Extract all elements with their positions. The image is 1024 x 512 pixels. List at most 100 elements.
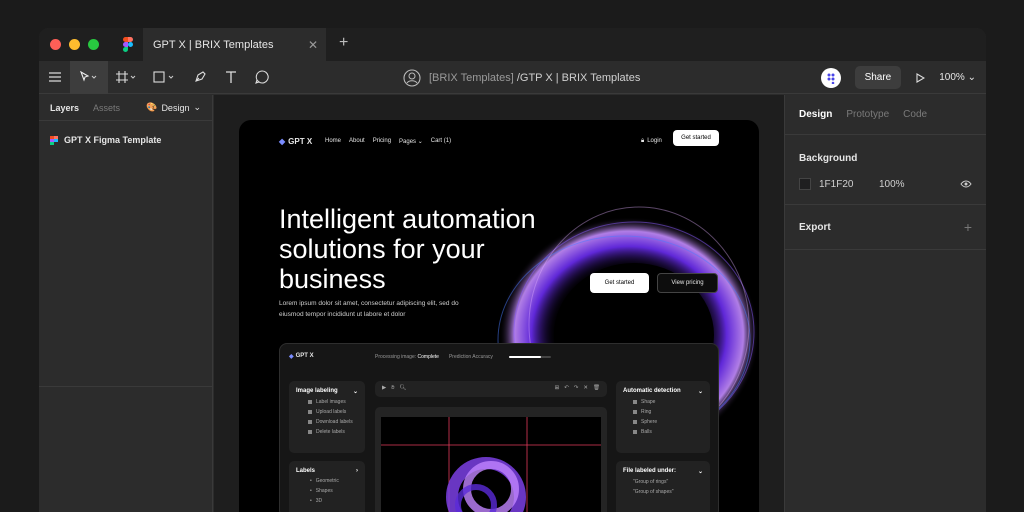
tab-bar: GPT X | BRIX Templates ✕ + [39, 28, 986, 61]
nav-pricing[interactable]: Pricing [373, 138, 391, 145]
left-panel-tabs: Layers Assets 🎨 Design ⌄ [39, 95, 212, 121]
detection-balls[interactable]: Balls [633, 429, 703, 435]
close-icon[interactable]: ✕ [583, 385, 588, 393]
detection-ring[interactable]: Ring [633, 409, 703, 415]
zoom-level[interactable]: 100% ⌄ [939, 72, 976, 83]
grid-icon[interactable]: ⊞ [555, 385, 560, 393]
menu-delete-labels[interactable]: Delete labels [308, 429, 358, 435]
breadcrumb-file[interactable]: /GTP X | BRIX Templates [517, 72, 641, 84]
label-geometric[interactable]: • Geometric [310, 478, 358, 484]
file-tab-title: GPT X | BRIX Templates [153, 38, 274, 51]
site-logo[interactable]: ◆ GPT X [279, 137, 312, 146]
nav-pages[interactable]: Pages ⌄ [399, 138, 423, 145]
share-button[interactable]: Share [854, 66, 902, 89]
background-section-title: Background [799, 153, 858, 164]
file-labeled-card: File labeled under: ⌄ "Group of rings" "G… [616, 461, 710, 512]
background-opacity[interactable]: 100% [879, 179, 905, 190]
comment-tool-button[interactable] [246, 61, 277, 94]
pen-tool-button[interactable] [184, 61, 215, 94]
ring-image [381, 417, 601, 512]
file-group-shapes: "Group of shapes" [633, 489, 674, 495]
text-icon [225, 71, 236, 83]
lock-icon: 🔒︎ [641, 137, 645, 144]
labels-card: Labels › • Geometric • Shapes • 3D [289, 461, 365, 512]
text-tool-button[interactable] [215, 61, 246, 94]
chevron-down-icon: ⌄ [193, 102, 201, 112]
trash-icon[interactable]: 🗑︎ [593, 385, 600, 393]
maximize-window-button[interactable] [88, 39, 99, 50]
frame-icon [116, 71, 136, 83]
right-panel-tabs: Design Prototype Code [785, 95, 986, 135]
image-preview[interactable] [375, 407, 607, 512]
menu-download-labels[interactable]: Download labels [308, 419, 358, 425]
menu-upload-labels[interactable]: Upload labels [308, 409, 358, 415]
window-controls [50, 39, 99, 50]
tab-code[interactable]: Code [903, 109, 927, 134]
accuracy-progress-bar [509, 356, 551, 358]
redo-icon[interactable]: ↷ [574, 385, 579, 393]
file-tab[interactable]: GPT X | BRIX Templates ✕ [143, 28, 326, 61]
site-nav: ◆ GPT X Home About Pricing Pages ⌄ Cart (… [239, 130, 759, 149]
new-tab-icon[interactable]: + [339, 34, 348, 52]
hand-icon[interactable]: ✋︎ [391, 385, 394, 393]
zoom-icon[interactable]: 🔍︎ [399, 385, 406, 393]
design-frame[interactable]: ◆ GPT X Home About Pricing Pages ⌄ Cart (… [239, 120, 759, 512]
shape-tool-button[interactable] [146, 61, 184, 94]
page-selector[interactable]: 🎨 Design ⌄ [146, 102, 201, 113]
breadcrumb[interactable]: [BRIX Templates] /GTP X | BRIX Templates [403, 69, 640, 87]
tab-assets[interactable]: Assets [93, 103, 120, 113]
tab-prototype[interactable]: Prototype [846, 109, 889, 134]
label-shapes[interactable]: • Shapes [310, 488, 358, 494]
layer-item[interactable]: GPT X Figma Template [39, 121, 212, 159]
comment-icon [254, 70, 269, 84]
export-row: Export + [785, 205, 986, 250]
eye-icon[interactable] [960, 180, 972, 188]
image-labeling-card: Image labeling ⌄ Label images Upload labe… [289, 381, 365, 453]
present-play-icon[interactable] [915, 72, 926, 83]
layer-name: GPT X Figma Template [64, 135, 162, 145]
undo-icon[interactable]: ↶ [564, 385, 569, 393]
dashboard-status: Processing image: Complete Prediction Ac… [375, 354, 493, 360]
close-window-button[interactable] [50, 39, 61, 50]
frame-tool-button[interactable] [108, 61, 146, 94]
nav-about[interactable]: About [349, 138, 365, 145]
main-menu-icon[interactable] [39, 61, 70, 94]
automatic-detection-card: Automatic detection ⌄ Shape Ring Sphere B… [616, 381, 710, 453]
file-group-rings: "Group of rings" [633, 479, 669, 485]
figma-file-icon [50, 135, 58, 145]
image-toolbar: ▶ ✋︎ 🔍︎ ⊞ ↶ ↷ ✕ 🗑︎ [375, 381, 607, 397]
add-export-icon[interactable]: + [964, 219, 972, 235]
background-color-swatch[interactable] [799, 178, 811, 190]
toolbar-right: Share 100% ⌄ [820, 66, 976, 89]
nav-home[interactable]: Home [325, 138, 341, 145]
collaborator-avatar[interactable] [820, 67, 841, 88]
label-3d[interactable]: • 3D [310, 498, 358, 504]
breadcrumb-team[interactable]: [BRIX Templates] [429, 72, 514, 84]
background-hex[interactable]: 1F1F20 [819, 179, 879, 190]
detection-shape[interactable]: Shape [633, 399, 703, 405]
menu-label-images[interactable]: Label images [308, 399, 358, 405]
rectangle-icon [153, 71, 174, 83]
detection-sphere[interactable]: Sphere [633, 419, 703, 425]
play-icon[interactable]: ▶ [382, 385, 386, 393]
right-panel: Design Prototype Code Background 1F1F20 … [784, 95, 986, 512]
tab-design[interactable]: Design [799, 109, 832, 134]
nav-get-started-button[interactable]: Get started [673, 130, 719, 146]
palette-icon: 🎨 [146, 102, 158, 112]
hero-subtext: Lorem ipsum dolor sit amet, consectetur … [279, 300, 459, 318]
figma-logo-icon[interactable] [123, 37, 133, 52]
tab-layers[interactable]: Layers [50, 103, 79, 113]
minimize-window-button[interactable] [69, 39, 80, 50]
background-row: 1F1F20 100% [785, 164, 986, 205]
user-avatar-icon [403, 69, 421, 87]
move-tool-button[interactable] [70, 60, 108, 94]
nav-cart[interactable]: Cart (1) [431, 138, 451, 145]
panel-divider [39, 386, 213, 387]
dashboard-logo: ◆ GPT X [289, 353, 314, 360]
hero-get-started-button[interactable]: Get started [590, 273, 649, 293]
login-link[interactable]: 🔒︎ Login [641, 138, 662, 145]
left-panel: Layers Assets 🎨 Design ⌄ GPT X Figma Temp… [39, 95, 213, 512]
close-tab-icon[interactable]: ✕ [308, 38, 318, 52]
view-pricing-button[interactable]: View pricing [657, 273, 718, 293]
hero-headline: Intelligent automation solutions for you… [279, 204, 536, 294]
